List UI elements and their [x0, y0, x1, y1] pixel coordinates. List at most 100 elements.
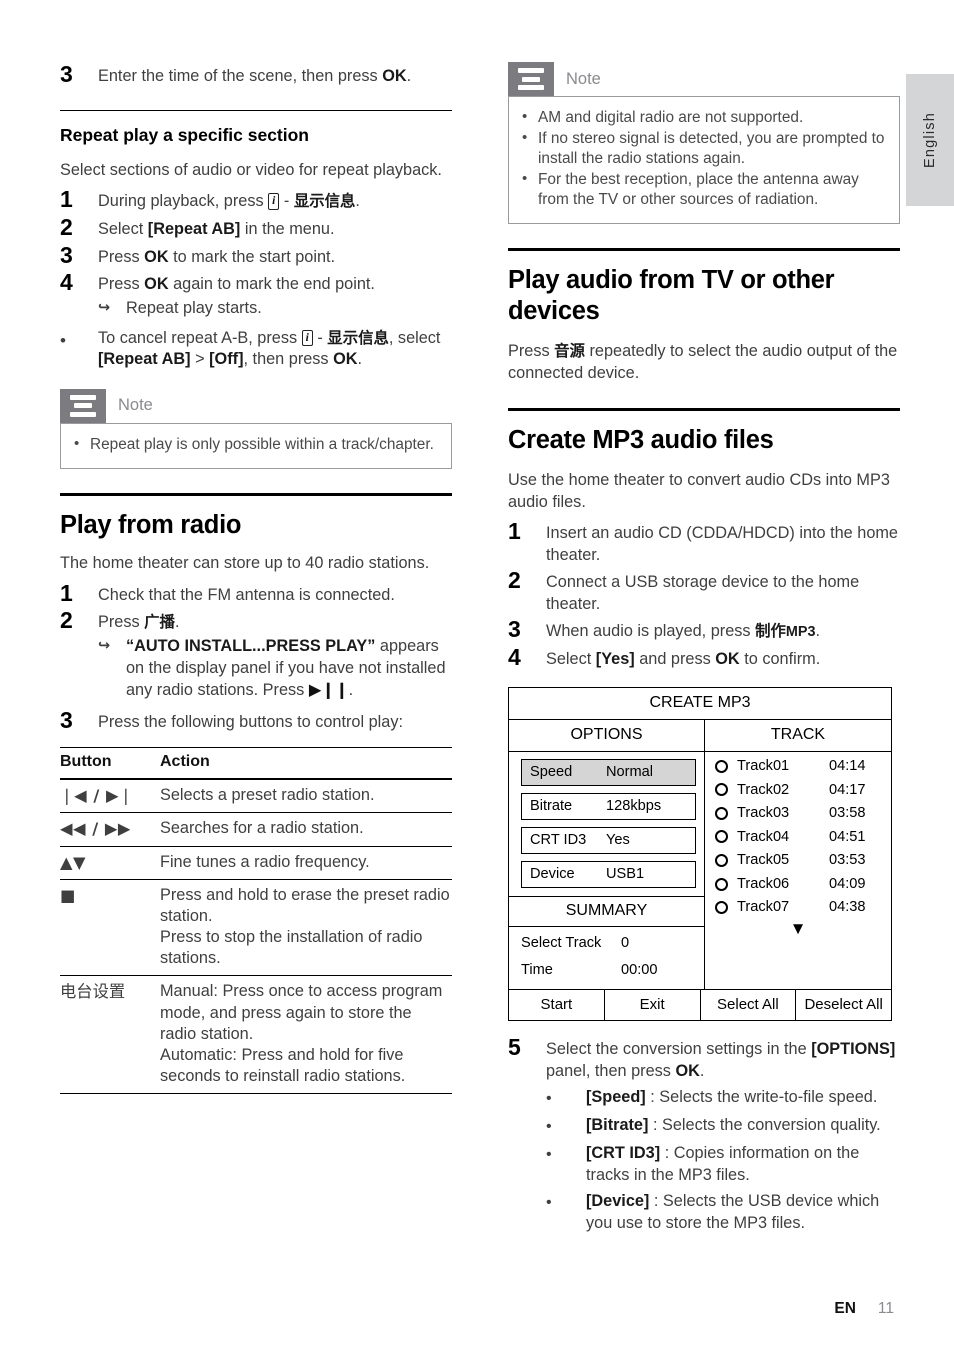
track-name: Track02 [737, 781, 790, 798]
dialog-columns: OPTIONS Speed Normal Bitrate 128kbps CRT… [509, 719, 891, 990]
option-row-device[interactable]: Device USB1 [521, 860, 696, 888]
step-text-b: to mark the start point. [168, 247, 336, 266]
divider [60, 109, 452, 111]
step-number: 3 [60, 61, 73, 87]
radio-button-action-table: Button Action ❘◀ / ▶❘ Selects a preset r… [60, 747, 452, 1095]
ok-key: OK [675, 1061, 700, 1080]
option-row-bitrate[interactable]: Bitrate 128kbps [521, 792, 696, 820]
tv-audio-body: Press 音源 repeatedly to select the audio … [508, 341, 900, 384]
option-desc: : Selects the write-to-file speed. [645, 1088, 878, 1107]
select-all-button[interactable]: Select All [701, 990, 797, 1021]
menu-item-ref: [Repeat AB] [147, 219, 241, 238]
radio-step-2: 2 Press 广播. [60, 607, 452, 634]
note-header: Note [60, 388, 452, 423]
step-text: Press the following buttons to control p… [98, 712, 403, 731]
track-row[interactable]: Track01 04:14 [715, 759, 881, 774]
button-symbol: 电台设置 [60, 975, 160, 1095]
bullet-icon: • [546, 1090, 552, 1108]
repeat-step-1: 1 During playback, press i - 显示信息. [60, 186, 452, 213]
left-column: 3 Enter the time of the scene, then pres… [60, 61, 452, 1095]
radio-step2-result: ↪ “AUTO INSTALL...PRESS PLAY” appears on… [98, 636, 452, 702]
cjk-label: 显示信息 [293, 192, 356, 211]
option-value: Yes [606, 832, 630, 849]
column-header-action: Action [160, 747, 452, 780]
heading-play-from-radio: Play from radio [60, 510, 242, 539]
repeat-step-3: 3 Press OK to mark the start point. [60, 241, 452, 269]
step-text-b: . [406, 67, 412, 85]
table-row: ◀◀ / ▶▶ Searches for a radio station. [60, 812, 452, 847]
language-tab: English [906, 74, 954, 206]
step-text-a: When audio is played, press [546, 622, 756, 641]
step-text: During playback, press i - 显示信息. [98, 187, 452, 213]
button-symbol: ❘◀ / ▶❘ [60, 778, 160, 813]
create-mp3-dialog[interactable]: CREATE MP3 OPTIONS Speed Normal Bitrate … [508, 686, 892, 1022]
track-row[interactable]: Track04 04:51 [715, 830, 881, 845]
note-list-item: AM and digital radio are not supported. [519, 107, 889, 128]
track-duration: 04:17 [829, 781, 866, 798]
radio-unchecked-icon[interactable] [715, 830, 728, 844]
track-duration: 04:14 [829, 757, 866, 774]
scroll-down-icon[interactable]: ▼ [705, 919, 891, 943]
start-button[interactable]: Start [509, 990, 605, 1021]
step-number: 1 [60, 186, 73, 213]
note-list: AM and digital radio are not supported. … [519, 107, 889, 210]
step-number: 2 [508, 567, 521, 594]
options-list: Speed Normal Bitrate 128kbps CRT ID3 Yes [509, 752, 704, 896]
action-text: Press and hold to erase the preset radio… [160, 878, 452, 976]
ok-key: OK [333, 350, 358, 369]
step-text-b: . [174, 613, 180, 632]
step-text-c: to confirm. [739, 650, 821, 669]
note-icon [60, 388, 106, 423]
radio-unchecked-icon[interactable] [715, 806, 728, 820]
note-callout-radio: Note AM and digital radio are not suppor… [508, 62, 900, 225]
ok-key: OK [144, 247, 169, 266]
repeat-intro: Select sections of audio or video for re… [60, 160, 442, 179]
radio-unchecked-icon[interactable] [715, 877, 728, 891]
action-text: Fine tunes a radio frequency. [160, 845, 452, 880]
track-header: TRACK [705, 720, 891, 752]
note-header: Note [508, 62, 900, 96]
step-text: Select the conversion settings in the [O… [546, 1035, 900, 1082]
step-number: 3 [60, 241, 73, 268]
cjk-label: 制作 [755, 622, 786, 641]
summary-key: Time [521, 961, 553, 978]
step-text-b: panel, then press [546, 1061, 676, 1080]
step-number: 2 [60, 607, 73, 634]
radio-step-3: 3 Press the following buttons to control… [60, 707, 452, 734]
radio-unchecked-icon[interactable] [715, 783, 728, 797]
track-row[interactable]: Track07 04:38 [715, 900, 881, 915]
result-arrow-icon: ↪ [98, 638, 111, 654]
step-text: Select [Repeat AB] in the menu. [98, 215, 452, 241]
step-text: When audio is played, press 制作MP3. [546, 617, 900, 643]
radio-intro: The home theater can store up to 40 radi… [60, 554, 430, 572]
track-row[interactable]: Track05 03:53 [715, 853, 881, 868]
language-tab-label: English [922, 112, 938, 168]
action-text: Manual: Press once to access program mod… [160, 975, 452, 1095]
step-text-b: . [815, 622, 820, 641]
track-row[interactable]: Track03 03:58 [715, 806, 881, 821]
options-panel-ref: [OPTIONS] [811, 1040, 896, 1059]
radio-unchecked-icon[interactable] [715, 901, 728, 915]
mp3-option-bullet-crt-id3: • [CRT ID3] : Copies information on the … [546, 1143, 900, 1186]
track-duration: 03:53 [829, 852, 866, 869]
action-text: Searches for a radio station. [160, 812, 452, 847]
track-row[interactable]: Track02 04:17 [715, 781, 881, 798]
option-key: Device [530, 866, 575, 883]
step-text: Check that the FM antenna is connected. [98, 585, 395, 604]
exit-button[interactable]: Exit [605, 990, 701, 1021]
radio-unchecked-icon[interactable] [715, 854, 728, 868]
option-row-speed[interactable]: Speed Normal [521, 758, 696, 786]
option-value: Normal [606, 764, 654, 781]
option-row-crt-id3[interactable]: CRT ID3 Yes [521, 826, 696, 854]
options-panel: OPTIONS Speed Normal Bitrate 128kbps CRT… [509, 719, 705, 990]
track-row[interactable]: Track06 04:09 [715, 877, 881, 892]
radio-unchecked-icon[interactable] [715, 759, 728, 773]
right-column: Note AM and digital radio are not suppor… [508, 62, 900, 1234]
deselect-all-button[interactable]: Deselect All [796, 990, 891, 1020]
table-row: ❘◀ / ▶❘ Selects a preset radio station. [60, 778, 452, 813]
summary-value: 0 [621, 934, 630, 951]
step-text: Connect a USB storage device to the home… [546, 573, 860, 613]
step-text: Enter the time of the scene, then press … [98, 62, 452, 88]
mp3-step-4: 4 Select [Yes] and press OK to confirm. [508, 644, 900, 671]
step-text: Press OK again to mark the end point. [98, 270, 452, 296]
